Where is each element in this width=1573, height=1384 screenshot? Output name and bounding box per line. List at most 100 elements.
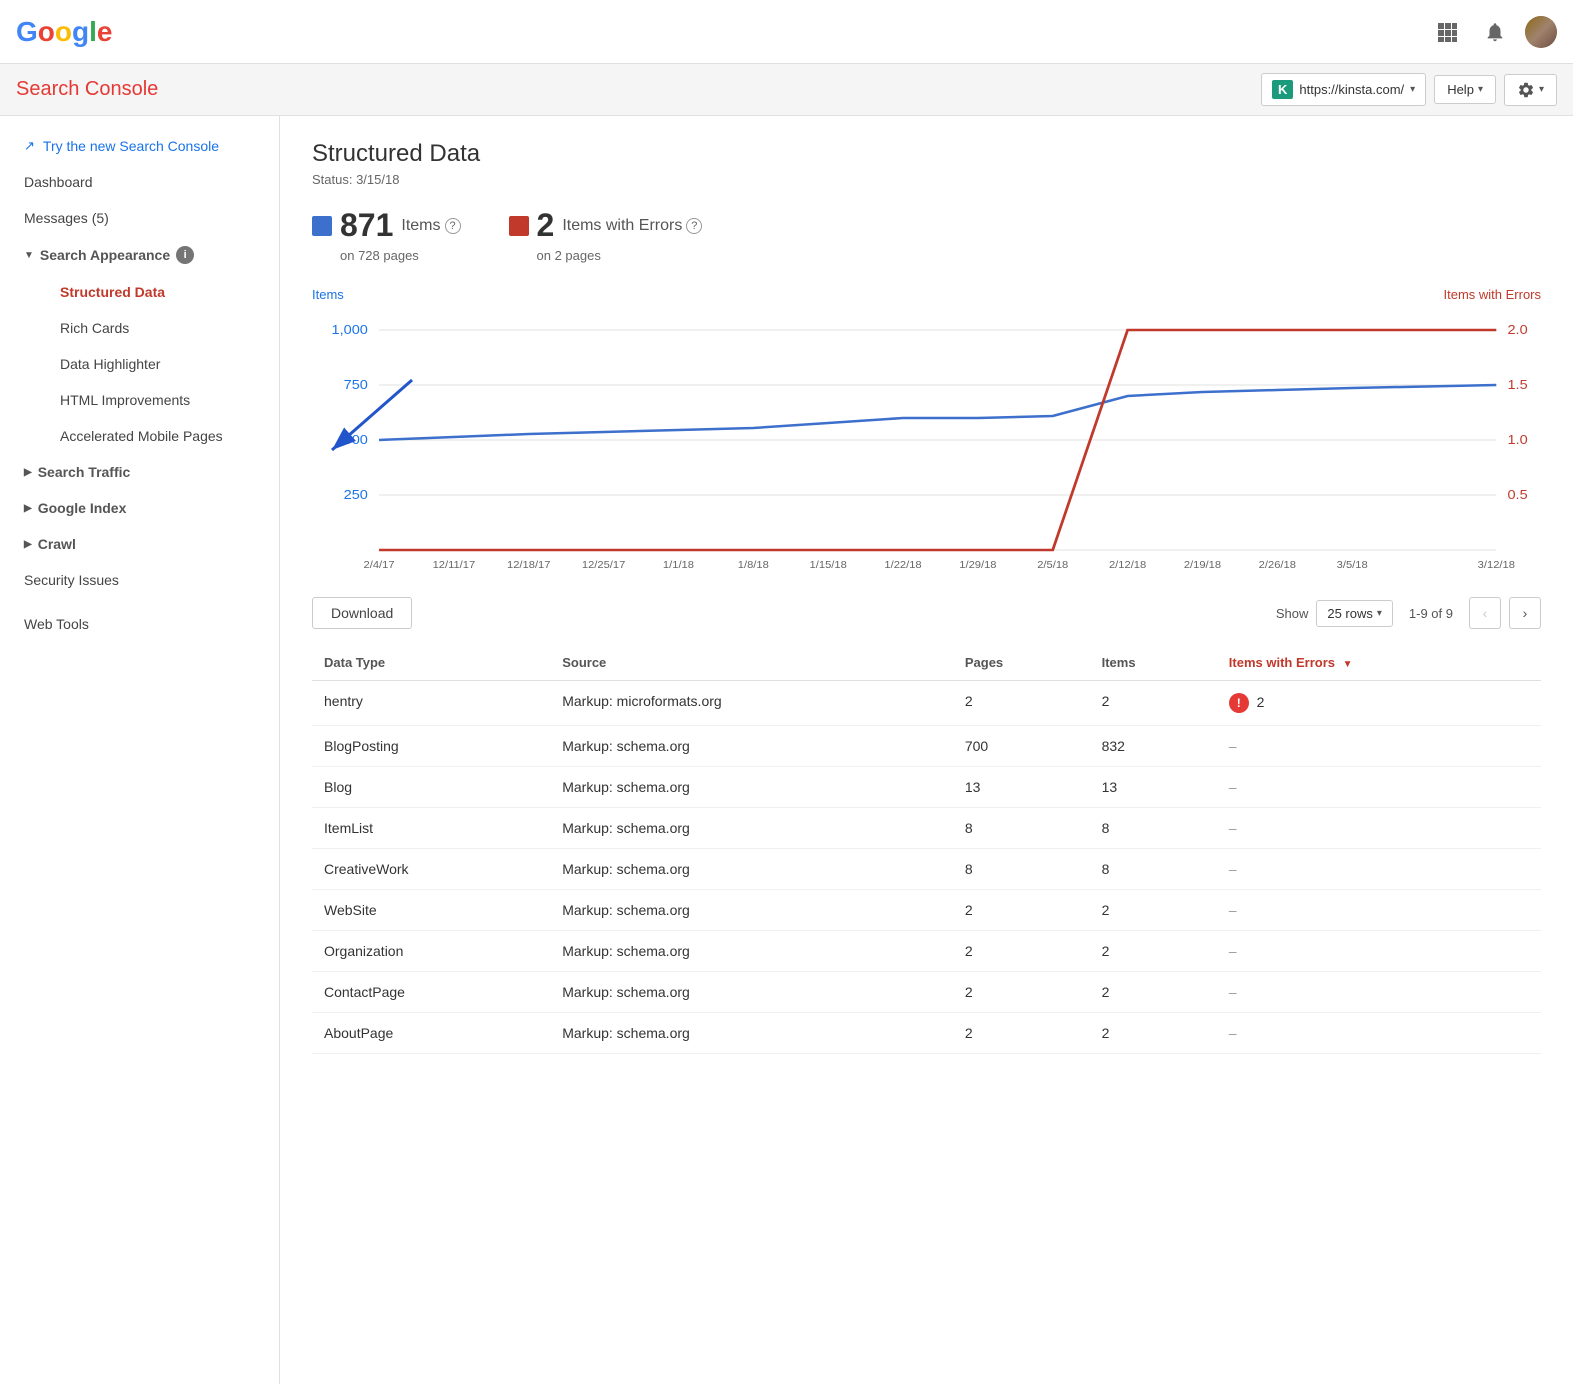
chart-svg: 1,000 750 500 250 2.0 1.5 1.0 0.5 2/4/1 [312, 310, 1541, 570]
errors-help-icon[interactable]: ? [686, 218, 702, 234]
notification-bell-icon[interactable] [1477, 14, 1513, 50]
cell-errors: – [1217, 931, 1541, 972]
cell-pages: 2 [953, 1013, 1090, 1054]
chart-area: 1,000 750 500 250 2.0 1.5 1.0 0.5 2/4/1 [312, 310, 1541, 573]
cell-source: Markup: schema.org [550, 767, 953, 808]
stats-row: 871 Items ? on 728 pages 2 Items with Er… [312, 207, 1541, 263]
svg-text:1.0: 1.0 [1507, 433, 1528, 447]
rows-chevron: ▾ [1377, 608, 1382, 619]
site-k-logo: K [1272, 80, 1293, 99]
cell-source: Markup: schema.org [550, 726, 953, 767]
site-selector[interactable]: K https://kinsta.com/ ▾ [1261, 73, 1426, 106]
items-help-icon[interactable]: ? [445, 218, 461, 234]
ext-link-icon: ↗ [24, 138, 35, 154]
cell-source: Markup: schema.org [550, 890, 953, 931]
dash-value: – [1229, 902, 1237, 918]
cell-data-type: ContactPage [312, 972, 550, 1013]
table-row[interactable]: hentry Markup: microformats.org 2 2 ! 2 [312, 681, 1541, 726]
svg-text:2/26/18: 2/26/18 [1259, 560, 1296, 570]
table-row[interactable]: AboutPage Markup: schema.org 2 2 – [312, 1013, 1541, 1054]
sidebar-item-rich-cards[interactable]: Rich Cards [36, 310, 279, 346]
download-button[interactable]: Download [312, 597, 412, 629]
cell-pages: 13 [953, 767, 1090, 808]
svg-text:2/12/18: 2/12/18 [1109, 560, 1146, 570]
table-row[interactable]: CreativeWork Markup: schema.org 8 8 – [312, 849, 1541, 890]
page-status: Status: 3/15/18 [312, 172, 1541, 187]
avatar[interactable] [1525, 16, 1557, 48]
table-row[interactable]: Organization Markup: schema.org 2 2 – [312, 931, 1541, 972]
sidebar-item-dashboard[interactable]: Dashboard [0, 164, 279, 200]
svg-text:2/5/18: 2/5/18 [1037, 560, 1068, 570]
settings-button[interactable]: ▾ [1504, 74, 1557, 106]
svg-text:3/12/18: 3/12/18 [1478, 560, 1515, 570]
sidebar-item-messages[interactable]: Messages (5) [0, 200, 279, 236]
cell-pages: 2 [953, 931, 1090, 972]
main-layout: ↗ Try the new Search Console Dashboard M… [0, 116, 1573, 1384]
table-body: hentry Markup: microformats.org 2 2 ! 2 … [312, 681, 1541, 1054]
app-title: Search Console [16, 78, 158, 101]
table-row[interactable]: ItemList Markup: schema.org 8 8 – [312, 808, 1541, 849]
collapse-icon: ▶ [24, 503, 32, 514]
cell-items: 13 [1090, 767, 1217, 808]
cell-items: 2 [1090, 890, 1217, 931]
cell-data-type: Blog [312, 767, 550, 808]
cell-source: Markup: schema.org [550, 808, 953, 849]
site-selector-chevron: ▾ [1410, 84, 1415, 95]
cell-source: Markup: schema.org [550, 849, 953, 890]
svg-text:12/18/17: 12/18/17 [507, 560, 551, 570]
cell-data-type: CreativeWork [312, 849, 550, 890]
grid-icon[interactable] [1429, 14, 1465, 50]
page-title: Structured Data [312, 140, 1541, 168]
prev-page-button[interactable]: ‹ [1469, 597, 1501, 629]
sidebar-section-crawl[interactable]: ▶ Crawl [0, 526, 279, 562]
sidebar-item-label: Messages (5) [24, 210, 109, 226]
table-row[interactable]: Blog Markup: schema.org 13 13 – [312, 767, 1541, 808]
cell-items: 8 [1090, 849, 1217, 890]
help-button[interactable]: Help ▾ [1434, 75, 1496, 104]
svg-text:1/15/18: 1/15/18 [810, 560, 847, 570]
top-nav-right [1429, 14, 1557, 50]
dash-value: – [1229, 943, 1237, 959]
settings-chevron: ▾ [1539, 84, 1544, 95]
info-icon: i [176, 246, 194, 264]
cell-source: Markup: schema.org [550, 972, 953, 1013]
sidebar-item-web-tools[interactable]: Web Tools [0, 606, 279, 642]
sidebar-item-amp[interactable]: Accelerated Mobile Pages [36, 418, 279, 454]
cell-pages: 2 [953, 681, 1090, 726]
table-row[interactable]: BlogPosting Markup: schema.org 700 832 – [312, 726, 1541, 767]
sidebar-section-google-index[interactable]: ▶ Google Index [0, 490, 279, 526]
table-row[interactable]: ContactPage Markup: schema.org 2 2 – [312, 972, 1541, 1013]
dash-value: – [1229, 779, 1237, 795]
sidebar-section-label: Crawl [38, 536, 76, 552]
cell-data-type: ItemList [312, 808, 550, 849]
sidebar: ↗ Try the new Search Console Dashboard M… [0, 116, 280, 1384]
sidebar-section-search-appearance[interactable]: ▼ Search Appearance i [0, 236, 279, 274]
sidebar-item-new-console[interactable]: ↗ Try the new Search Console [0, 128, 279, 164]
sidebar-item-data-highlighter[interactable]: Data Highlighter [36, 346, 279, 382]
sidebar-item-security-issues[interactable]: Security Issues [0, 562, 279, 598]
collapse-icon: ▶ [24, 467, 32, 478]
content-area: Structured Data Status: 3/15/18 871 Item… [280, 116, 1573, 1384]
next-page-button[interactable]: › [1509, 597, 1541, 629]
sidebar-item-structured-data[interactable]: Structured Data [36, 274, 279, 310]
svg-text:500: 500 [344, 433, 369, 447]
cell-data-type: WebSite [312, 890, 550, 931]
sidebar-sub-search-appearance: Structured Data Rich Cards Data Highligh… [0, 274, 279, 454]
col-errors[interactable]: Items with Errors ▼ [1217, 645, 1541, 681]
sidebar-item-label: Accelerated Mobile Pages [60, 428, 223, 444]
col-source: Source [550, 645, 953, 681]
sidebar-section-search-traffic[interactable]: ▶ Search Traffic [0, 454, 279, 490]
cell-errors: – [1217, 808, 1541, 849]
cell-pages: 8 [953, 849, 1090, 890]
table-row[interactable]: WebSite Markup: schema.org 2 2 – [312, 890, 1541, 931]
cell-errors: – [1217, 767, 1541, 808]
cell-pages: 700 [953, 726, 1090, 767]
cell-items: 8 [1090, 808, 1217, 849]
show-label: Show [1276, 606, 1309, 621]
rows-select[interactable]: 25 rows ▾ [1316, 600, 1393, 627]
sidebar-item-label: Dashboard [24, 174, 93, 190]
svg-text:250: 250 [344, 488, 369, 502]
cell-items: 2 [1090, 931, 1217, 972]
sidebar-item-html-improvements[interactable]: HTML Improvements [36, 382, 279, 418]
svg-text:2.0: 2.0 [1507, 323, 1528, 337]
